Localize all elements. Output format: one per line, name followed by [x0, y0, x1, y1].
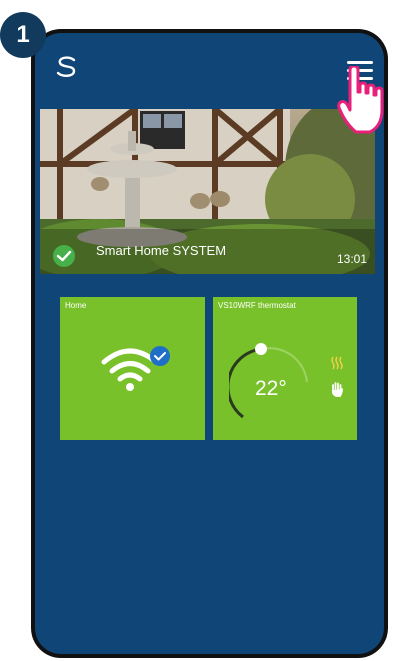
tile-thermostat[interactable]: VS10WRF thermostat 22°	[213, 297, 357, 440]
home-hero-image[interactable]: Smart Home SYSTEM 13:01	[40, 109, 375, 274]
tile-home-label: Home	[65, 301, 87, 310]
pointing-hand-icon	[337, 66, 384, 134]
app-screen: Smart Home SYSTEM 13:01 Home VS10WRF the…	[35, 33, 384, 654]
hand-manual-icon	[331, 382, 343, 397]
check-circle-icon	[53, 245, 75, 267]
step-number-badge: 1	[0, 12, 46, 58]
wifi-check-icon	[101, 346, 170, 391]
tile-thermostat-label: VS10WRF thermostat	[218, 301, 296, 310]
home-system-title: Smart Home SYSTEM	[96, 243, 227, 258]
s-logo-icon	[56, 56, 76, 77]
hero-time: 13:01	[336, 252, 367, 266]
heating-icon	[331, 356, 343, 370]
tile-home[interactable]: Home	[60, 297, 205, 440]
thermostat-temperature: 22°	[255, 377, 287, 400]
